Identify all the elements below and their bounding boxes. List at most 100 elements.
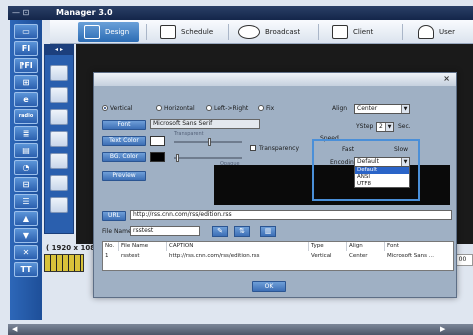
- ystep-unit: Sec.: [398, 123, 411, 130]
- slider-thumb[interactable]: [208, 138, 211, 146]
- tab-label: Broadcast: [265, 28, 301, 36]
- table-cell[interactable]: 1: [103, 252, 119, 260]
- panel-header: ◂ ▸: [45, 45, 73, 55]
- ystep-label: YStep: [356, 123, 374, 130]
- rss-icon[interactable]: ≣: [14, 126, 38, 141]
- timeline-strip[interactable]: [44, 254, 84, 272]
- up-icon[interactable]: ▲: [14, 211, 38, 226]
- bg-transparency-slider[interactable]: [174, 157, 242, 159]
- filename-input[interactable]: rsstest: [130, 226, 200, 236]
- list-icon[interactable]: ☰: [14, 194, 38, 209]
- frame-icon[interactable]: [50, 65, 68, 81]
- table-cell[interactable]: Vertical: [309, 252, 347, 260]
- encoding-dropdown-list: Default ANSI UTF8: [354, 166, 410, 188]
- rss-list-table: No. File Name CAPTION Type Align Font 1 …: [102, 241, 454, 271]
- sort-icon[interactable]: ⇅: [234, 226, 250, 237]
- table-cell[interactable]: rsstest: [119, 252, 167, 260]
- column-header: No.: [103, 242, 119, 251]
- radio-left-right[interactable]: [206, 105, 212, 111]
- top-navigation: Design Schedule Broadcast Client User: [50, 20, 473, 44]
- layout-icon[interactable]: ▭: [14, 24, 38, 39]
- subtitle-icon[interactable]: ▤: [14, 143, 38, 158]
- encoding-option[interactable]: UTF8: [355, 181, 409, 188]
- url-button[interactable]: URL: [102, 211, 126, 221]
- check-icon[interactable]: [50, 197, 68, 213]
- bg-color-button[interactable]: BG. Color: [102, 152, 146, 162]
- rss-settings-dialog: × Vertical Horizontal Left->Right Fix Fo…: [93, 72, 457, 298]
- column-header: Align: [347, 242, 385, 251]
- dialog-title-bar: ×: [94, 73, 456, 86]
- tab-divider: [228, 24, 229, 40]
- table-cell[interactable]: Microsoft Sans ...: [385, 252, 453, 260]
- fi-text-icon[interactable]: ⁋FI: [14, 58, 38, 73]
- text-color-button[interactable]: Text Color: [102, 136, 146, 146]
- speed-slow-label: Slow: [394, 146, 409, 153]
- radio-horizontal[interactable]: [156, 105, 162, 111]
- table-cell[interactable]: Center: [347, 252, 385, 260]
- grid-icon[interactable]: [50, 87, 68, 103]
- scroll-right-icon[interactable]: ▶: [440, 325, 445, 333]
- column-header: CAPTION: [167, 242, 309, 251]
- font-button[interactable]: Font: [102, 120, 146, 130]
- app-title: Manager 3.0: [56, 8, 113, 17]
- edit-icon[interactable]: ✎: [212, 226, 228, 237]
- scroll-left-icon[interactable]: ◀: [12, 325, 17, 333]
- text-icon[interactable]: TT: [14, 262, 38, 277]
- window-icon[interactable]: [50, 153, 68, 169]
- radio-fix[interactable]: [258, 105, 264, 111]
- left-toolbar: ▭ FI ⁋FI ⊞ e radio ≣ ▤ ◔ ⊟ ☰ ▲ ▼ ✕ TT: [10, 20, 42, 320]
- slider-label-transparent: Transparent: [174, 131, 204, 137]
- bottom-scrollbar[interactable]: ◀ ▶: [8, 324, 473, 335]
- font-field: Microsoft Sans Serif: [150, 119, 260, 129]
- url-input[interactable]: http://rss.cnn.com/rss/edition.rss: [130, 210, 452, 220]
- down-icon[interactable]: ▼: [14, 228, 38, 243]
- align-label: Align: [332, 105, 348, 112]
- encoding-option[interactable]: Default: [355, 167, 409, 174]
- trash-icon[interactable]: ▥: [260, 226, 276, 237]
- tab-design[interactable]: Design: [78, 22, 140, 42]
- calendar-icon[interactable]: ⊞: [14, 75, 38, 90]
- image-icon[interactable]: [50, 109, 68, 125]
- slider-thumb[interactable]: [176, 154, 179, 162]
- tab-schedule[interactable]: Schedule: [160, 22, 213, 42]
- clock-icon[interactable]: ◔: [14, 160, 38, 175]
- radio-label: Vertical: [110, 105, 133, 112]
- tab-label: User: [439, 28, 455, 36]
- internet-icon[interactable]: e: [14, 92, 38, 107]
- encoding-option[interactable]: ANSI: [355, 174, 409, 181]
- design-icon: [84, 25, 100, 39]
- radio-vertical[interactable]: [102, 105, 108, 111]
- transparency-checkbox[interactable]: [250, 145, 256, 151]
- tab-label: Client: [353, 28, 374, 36]
- window-controls[interactable]: — ⊡: [12, 8, 42, 18]
- text-color-swatch: [150, 136, 165, 146]
- split-icon[interactable]: [50, 175, 68, 191]
- ystep-select[interactable]: 2 ▼: [376, 122, 394, 132]
- app-window: — ⊡ Manager 3.0 Design Schedule Broadcas…: [0, 0, 473, 335]
- tab-broadcast[interactable]: Broadcast: [238, 22, 300, 42]
- speed-fast-label: Fast: [342, 146, 355, 153]
- filename-label: File Name: [102, 228, 132, 235]
- align-select[interactable]: Center ▼: [354, 104, 410, 114]
- chevron-down-icon[interactable]: ▼: [385, 123, 393, 131]
- panel-icon[interactable]: ⊟: [14, 177, 38, 192]
- radio-icon[interactable]: radio: [14, 109, 38, 124]
- tab-user[interactable]: User: [418, 22, 455, 42]
- table-cell[interactable]: http://rss.cnn.com/rss/edition.rss: [167, 252, 309, 260]
- column-header: Type: [309, 242, 347, 251]
- tab-label: Schedule: [181, 28, 214, 36]
- chevron-down-icon[interactable]: ▼: [401, 158, 409, 166]
- secondary-panel: ◂ ▸: [44, 44, 74, 234]
- tab-divider: [146, 24, 147, 40]
- save-icon[interactable]: [50, 131, 68, 147]
- tab-client[interactable]: Client: [332, 22, 373, 42]
- tab-divider: [318, 24, 319, 40]
- fi-icon[interactable]: FI: [14, 41, 38, 56]
- title-bar: — ⊡ Manager 3.0: [8, 6, 473, 20]
- delete-icon[interactable]: ✕: [14, 245, 38, 260]
- ok-button[interactable]: OK: [252, 281, 286, 292]
- close-icon[interactable]: ×: [443, 74, 450, 83]
- chevron-down-icon[interactable]: ▼: [401, 105, 409, 113]
- radio-label: Left->Right: [214, 105, 249, 112]
- preview-button[interactable]: Preview: [102, 171, 146, 181]
